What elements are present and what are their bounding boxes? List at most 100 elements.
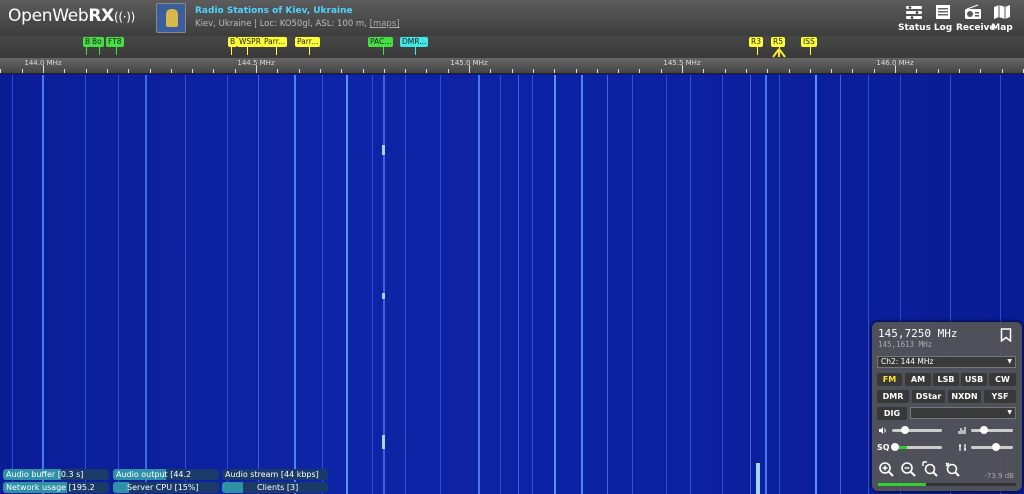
mode-ysf-button[interactable]: YSF (984, 390, 1016, 403)
digital-mode-select[interactable]: ▼ (910, 407, 1016, 419)
signal-trace (294, 75, 296, 494)
signal-trace (185, 75, 186, 494)
radio-waves-icon: ((·)) (114, 10, 136, 24)
zoom-in-icon[interactable] (878, 461, 894, 477)
squelch-label: SQ (877, 443, 890, 452)
frequency-display[interactable]: 145,7250 MHz (878, 327, 957, 340)
audio-stream-status: Audio stream [44 kbps] (222, 469, 328, 480)
maps-link[interactable]: [maps] (370, 19, 400, 29)
openwebrx-logo[interactable]: OpenWebRX((·)) (8, 6, 135, 26)
volume-slider[interactable] (892, 426, 942, 434)
signal-trace (518, 75, 519, 494)
scale-tick (660, 69, 662, 73)
mode-am-button[interactable]: AM (905, 373, 931, 386)
mode-dmr-button[interactable]: DMR (877, 390, 909, 403)
nav-status-button[interactable]: Status (898, 4, 931, 33)
signal-trace (42, 75, 44, 494)
mode-dstar-button[interactable]: DStar (912, 390, 945, 403)
volume-icon[interactable] (878, 426, 887, 435)
signal-trace (779, 75, 780, 494)
bookmark[interactable]: WSPR (237, 37, 263, 47)
scale-tick (916, 69, 918, 73)
scale-tick (873, 69, 875, 73)
zoom-in-max-icon[interactable] (922, 461, 938, 477)
bookmark[interactable]: R3 (749, 37, 763, 47)
slider-knob[interactable] (900, 426, 909, 434)
bookmark[interactable]: FT8 (106, 37, 124, 47)
scale-tick (0, 69, 2, 73)
audio-buffer-status: Audio buffer [0.3 s] (3, 469, 109, 480)
mode-dig-button[interactable]: DIG (877, 407, 907, 420)
bookmark[interactable]: R5 (771, 37, 785, 47)
bookmark[interactable]: Bo (90, 37, 104, 47)
tuning-marker-icon[interactable] (772, 48, 786, 58)
zoom-out-max-icon[interactable] (944, 461, 960, 477)
signal-trace (666, 75, 667, 494)
receiver-panel: 145,7250 MHz 145,1613 MHz Ch2: 144 MHz ▼ … (872, 322, 1022, 491)
nav-receive-button[interactable]: Receive (956, 4, 996, 33)
scale-tick (106, 69, 108, 73)
bookmark-marker (116, 47, 117, 55)
top-header: OpenWebRX((·)) Radio Stations of Kiev, U… (0, 0, 1024, 36)
scale-tick (511, 69, 513, 73)
scale-tick (532, 69, 534, 73)
squelch-slider[interactable] (890, 443, 942, 451)
scale-tick (852, 69, 854, 73)
mode-usb-button[interactable]: USB (961, 373, 987, 386)
scale-tick (703, 69, 705, 73)
scale-tick (596, 69, 598, 73)
bookmark-add-icon[interactable] (1000, 328, 1012, 342)
slider-knob[interactable] (979, 426, 988, 434)
dropdown-arrow-icon: ▼ (1007, 409, 1012, 416)
agc-icon[interactable] (958, 443, 967, 452)
scale-tick (895, 65, 896, 73)
signal-trace (815, 75, 817, 494)
agc-slider[interactable] (971, 443, 1013, 451)
bookmark[interactable]: B (228, 37, 238, 47)
frequency-scale[interactable]: 144.0 MHz 144.5 MHz 145.0 MHz 145.5 MHz … (0, 58, 1024, 74)
scale-tick (809, 69, 811, 73)
signal-trace (840, 75, 841, 494)
bookmark-marker (99, 47, 100, 55)
network-usage-status: Network usage [195.2 (3, 482, 109, 493)
bookmark-marker (86, 47, 87, 55)
scale-tick (831, 69, 833, 73)
scale-tick (43, 65, 44, 73)
bookmark[interactable]: PAC... (368, 37, 394, 47)
waterfall-display[interactable] (0, 75, 1024, 494)
mode-nxdn-button[interactable]: NXDN (948, 390, 981, 403)
scale-tick (298, 69, 300, 73)
audio-output-status: Audio output [44.2 (113, 469, 219, 480)
profile-select[interactable]: Ch2: 144 MHz ▼ (877, 356, 1016, 368)
signal-trace (322, 75, 323, 494)
noise-reduction-slider[interactable] (971, 426, 1013, 434)
scale-tick (362, 69, 364, 73)
zoom-out-icon[interactable] (900, 461, 916, 477)
signal-trace (500, 75, 501, 494)
bookmark[interactable]: ISS (801, 37, 817, 47)
scale-tick (745, 69, 747, 73)
bookmark[interactable]: DMR... (400, 37, 429, 47)
nav-log-button[interactable]: Log (930, 4, 956, 33)
slider-knob[interactable] (890, 443, 899, 451)
scale-tick (724, 69, 726, 73)
bookmark-marker (309, 47, 310, 55)
signal-trace (765, 75, 767, 494)
mode-lsb-button[interactable]: LSB (933, 373, 959, 386)
scale-tick (554, 69, 556, 73)
slider-knob[interactable] (992, 443, 1001, 451)
mode-fm-button[interactable]: FM (877, 373, 902, 386)
scale-tick (426, 69, 428, 73)
receiver-title: Radio Stations of Kiev, Ukraine (195, 6, 353, 16)
scale-tick (575, 69, 577, 73)
bookmark[interactable]: Parr... (262, 37, 288, 47)
mode-cw-button[interactable]: CW (989, 373, 1016, 386)
bookmark[interactable]: Parr... (295, 37, 321, 47)
scale-tick (85, 69, 87, 73)
scale-tick (447, 69, 449, 73)
signal-burst (756, 463, 760, 494)
nav-map-button[interactable]: Map (987, 4, 1017, 33)
noise-reduction-icon[interactable] (958, 426, 967, 435)
bookmarks-bar: B Bo FT8 B WSPR Parr... Parr... PAC... D… (0, 36, 1024, 58)
scale-tick (405, 69, 407, 73)
